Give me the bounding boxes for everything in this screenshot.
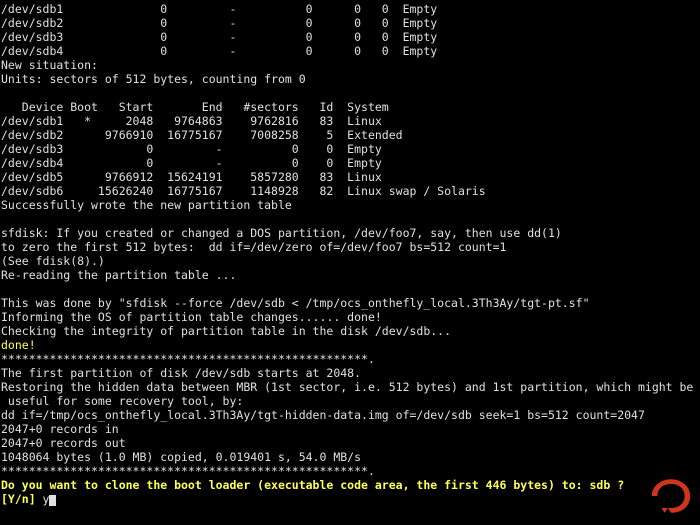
prompt-line: Do you want to clone the boot loader (ex… xyxy=(1,478,624,492)
terminal-output: /dev/sdb1 0 - 0 0 0 Empty /dev/sdb2 0 - … xyxy=(0,0,700,508)
cursor xyxy=(49,495,56,507)
user-input[interactable]: y xyxy=(43,492,50,506)
yn-label: [Y/n] xyxy=(1,492,43,506)
